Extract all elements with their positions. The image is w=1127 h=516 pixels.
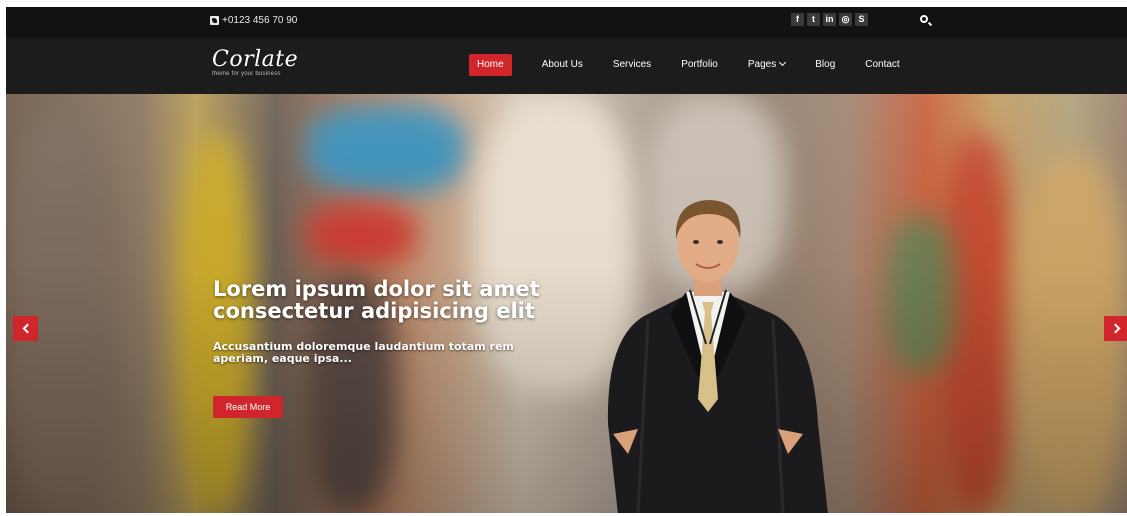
phone-number: +0123 456 70 90 xyxy=(222,15,298,26)
nav-item-about-us[interactable]: About Us xyxy=(527,54,598,76)
linkedin-icon[interactable]: in xyxy=(823,13,836,26)
facebook-icon[interactable]: f xyxy=(791,13,804,26)
nav-item-pages[interactable]: Pages xyxy=(733,54,800,76)
search-icon[interactable] xyxy=(920,15,928,23)
slider-next-button[interactable] xyxy=(1104,316,1127,341)
hero-overlay xyxy=(6,94,1127,513)
nav-item-blog[interactable]: Blog xyxy=(800,54,850,76)
logo-text: Corlate xyxy=(212,47,299,72)
chevron-right-icon xyxy=(1110,323,1120,334)
skype-icon[interactable]: S xyxy=(855,13,868,26)
chevron-down-icon xyxy=(779,58,787,67)
nav-item-pages-label: Pages xyxy=(747,59,777,70)
site-logo[interactable]: Corlate theme for your business xyxy=(212,47,299,78)
hero-slider: Lorem ipsum dolor sit amet consectetur a… xyxy=(6,94,1127,513)
nav-item-contact[interactable]: Contact xyxy=(850,54,914,76)
social-links: f t in ◎ S xyxy=(791,13,868,26)
nav-item-portfolio[interactable]: Portfolio xyxy=(666,54,733,76)
nav-menu: Home About Us Services Portfolio Pages B… xyxy=(469,54,915,76)
slider-prev-button[interactable] xyxy=(13,316,38,341)
chevron-left-icon xyxy=(22,323,32,334)
nav-item-home[interactable]: Home xyxy=(469,54,512,76)
phone-contact: +0123 456 70 90 xyxy=(210,15,297,26)
dribbble-icon[interactable]: ◎ xyxy=(839,13,852,26)
hero-person-image xyxy=(607,200,828,513)
page-frame: +0123 456 70 90 f t in ◎ S Corlate theme… xyxy=(6,7,1127,513)
read-more-button[interactable]: Read More xyxy=(213,396,283,418)
hero-title: Lorem ipsum dolor sit amet consectetur a… xyxy=(213,277,540,323)
hero-subtitle: Accusantium doloremque laudantium totam … xyxy=(213,340,514,365)
top-bar: +0123 456 70 90 f t in ◎ S xyxy=(6,7,1127,38)
main-navbar: Corlate theme for your business Home Abo… xyxy=(6,38,1127,94)
nav-item-services[interactable]: Services xyxy=(598,54,666,76)
twitter-icon[interactable]: t xyxy=(807,13,820,26)
phone-icon xyxy=(210,16,219,25)
